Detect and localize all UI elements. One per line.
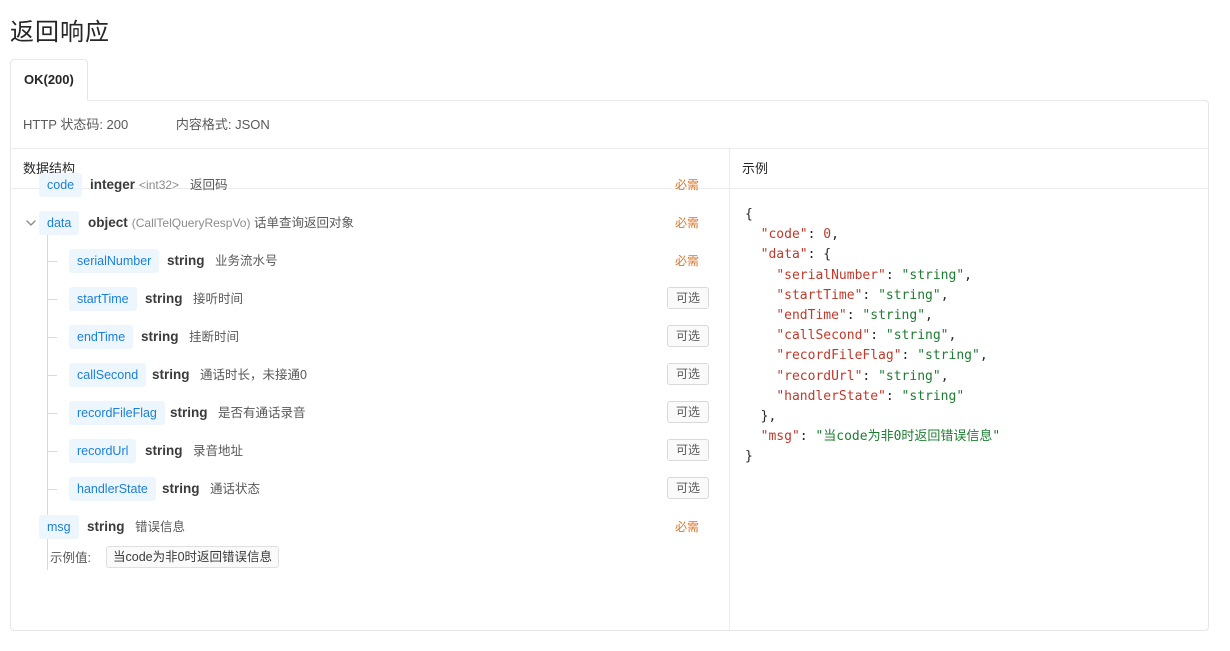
field-desc-handlerState: 通话状态 xyxy=(210,482,261,496)
field-desc-msg: 错误信息 xyxy=(135,520,186,534)
response-panel: HTTP 状态码: 200 内容格式: JSON 数据结构 code integ… xyxy=(10,100,1209,631)
field-name-recordFileFlag[interactable]: recordFileFlag xyxy=(69,401,165,425)
field-name-callSecond[interactable]: callSecond xyxy=(69,363,147,387)
required-badge: 必需 xyxy=(675,178,700,192)
example-json-code: { "code": 0, "data": { "serialNumber": "… xyxy=(745,207,1001,465)
content-format: 内容格式: JSON xyxy=(175,117,270,132)
field-row-serialNumber: serialNumber string 业务流水号 必需 xyxy=(11,249,730,275)
field-name-recordUrl[interactable]: recordUrl xyxy=(69,439,137,463)
required-badge: 必需 xyxy=(675,520,700,534)
example-panel: 示例 { "code": 0, "data": { "serialNumber"… xyxy=(730,149,1208,630)
example-value-label: 示例值: xyxy=(50,551,91,565)
field-row-startTime: startTime string 接听时间 可选 xyxy=(11,287,730,313)
field-type-handlerState: string xyxy=(162,481,200,496)
field-type-recordUrl: string xyxy=(145,443,183,458)
field-type-callSecond: string xyxy=(152,367,190,382)
field-type-msg: string xyxy=(87,519,125,534)
field-row-data: data object (CallTelQueryRespVo) 话单查询返回对象… xyxy=(11,211,730,237)
field-name-code[interactable]: code xyxy=(39,173,83,197)
response-tabs: OK(200) xyxy=(10,59,1209,101)
field-desc-recordFileFlag: 是否有通话录音 xyxy=(218,406,306,420)
response-meta: HTTP 状态码: 200 内容格式: JSON xyxy=(11,101,1208,149)
required-badge: 必需 xyxy=(675,254,700,268)
optional-badge: 可选 xyxy=(667,401,710,423)
example-value: 当code为非0时返回错误信息 xyxy=(106,546,280,568)
field-name-serialNumber[interactable]: serialNumber xyxy=(69,249,160,273)
optional-badge: 可选 xyxy=(667,439,710,461)
optional-badge: 可选 xyxy=(667,287,710,309)
required-badge: 必需 xyxy=(675,216,700,230)
optional-badge: 可选 xyxy=(667,325,710,347)
field-row-recordUrl: recordUrl string 录音地址 可选 xyxy=(11,439,730,465)
http-status-code: HTTP 状态码: 200 xyxy=(23,117,129,132)
field-desc-callSecond: 通话时长，未接通0 xyxy=(200,368,307,382)
data-structure-panel: 数据结构 code integer <int32> 返回码 必需 data obj… xyxy=(11,149,730,630)
field-desc-startTime: 接听时间 xyxy=(193,292,244,306)
field-name-endTime[interactable]: endTime xyxy=(69,325,134,349)
field-name-data[interactable]: data xyxy=(39,211,80,235)
field-type-data: object (CallTelQueryRespVo) xyxy=(88,215,251,230)
field-row-callSecond: callSecond string 通话时长，未接通0 可选 xyxy=(11,363,730,389)
field-name-startTime[interactable]: startTime xyxy=(69,287,137,311)
field-type-serialNumber: string xyxy=(167,253,205,268)
field-desc-serialNumber: 业务流水号 xyxy=(215,254,278,268)
field-desc-endTime: 挂断时间 xyxy=(189,330,240,344)
field-row-endTime: endTime string 挂断时间 可选 xyxy=(11,325,730,351)
tab-ok-200[interactable]: OK(200) xyxy=(10,59,88,101)
chevron-down-icon[interactable] xyxy=(24,216,38,230)
example-header: 示例 xyxy=(730,149,1208,189)
field-row-code: code integer <int32> 返回码 必需 xyxy=(11,173,730,199)
field-type-recordFileFlag: string xyxy=(170,405,208,420)
field-desc-code: 返回码 xyxy=(190,178,228,192)
optional-badge: 可选 xyxy=(667,363,710,385)
field-row-handlerState: handlerState string 通话状态 可选 xyxy=(11,477,730,503)
field-name-msg[interactable]: msg xyxy=(39,515,79,539)
field-type-endTime: string xyxy=(141,329,179,344)
field-desc-data: 话单查询返回对象 xyxy=(254,216,355,230)
field-row-recordFileFlag: recordFileFlag string 是否有通话录音 可选 xyxy=(11,401,730,427)
field-row-msg: msg string 错误信息 必需 xyxy=(11,515,730,541)
optional-badge: 可选 xyxy=(667,477,710,499)
field-name-handlerState[interactable]: handlerState xyxy=(69,477,156,501)
page-title: 返回响应 xyxy=(10,19,110,46)
field-type-startTime: string xyxy=(145,291,183,306)
field-type-code: integer <int32> xyxy=(90,177,180,192)
field-desc-recordUrl: 录音地址 xyxy=(193,444,244,458)
